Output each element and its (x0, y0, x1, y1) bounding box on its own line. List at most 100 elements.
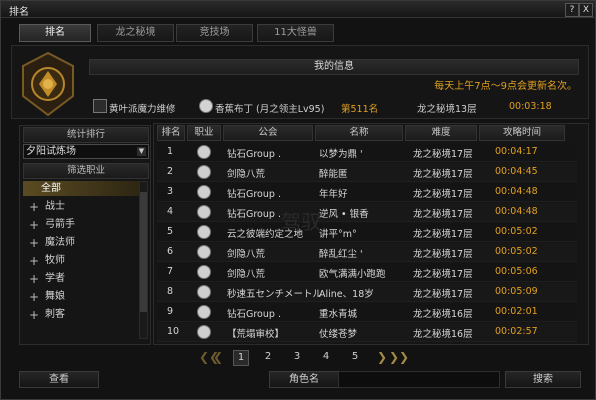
row-guild: 钻石Group . (227, 189, 281, 200)
row-difficulty: 龙之秘境17层 (413, 289, 473, 300)
class-icon (197, 245, 211, 259)
row-rank: 10 (167, 326, 180, 337)
row-difficulty: 龙之秘境17层 (413, 269, 473, 280)
class-icon (197, 285, 211, 299)
row-rank: 3 (167, 186, 174, 197)
class-icon (197, 225, 211, 239)
role-name-input[interactable] (338, 371, 500, 388)
class-icon (197, 305, 211, 319)
row-name: 讲平°m° (319, 229, 357, 240)
stats-select[interactable]: 夕阳试炼场 ▼ (23, 144, 149, 159)
scrollbar-thumb[interactable] (140, 192, 147, 312)
row-rank: 2 (167, 166, 174, 177)
job-mage[interactable]: + 魔法师 (23, 234, 147, 252)
row-guild: 【荒塌审校】 (227, 329, 285, 340)
row-name: 逆风 • 银香 (319, 209, 369, 220)
row-time: 00:04:48 (495, 186, 538, 197)
row-time: 00:05:02 (495, 226, 538, 237)
page-5[interactable]: 5 (348, 350, 362, 364)
table-row[interactable]: 8 秒速五センチメートル Aline、18岁 龙之秘境17层 00:05:09 (157, 283, 577, 302)
row-guild: 钻石Group . (227, 309, 281, 320)
table-row[interactable]: 1 钻石Group . 以梦为鼎 ' 龙之秘境17层 00:04:17 (157, 143, 577, 162)
row-difficulty: 龙之秘境16层 (413, 329, 473, 340)
last-page-icon[interactable]: ❯❯ (389, 350, 409, 364)
guild-emblem-icon (22, 51, 74, 117)
class-icon (197, 165, 211, 179)
window-title: 排名 (9, 7, 29, 18)
row-guild: 钻石Group . (227, 149, 281, 160)
my-difficulty: 龙之秘境13层 (417, 104, 477, 115)
job-priest[interactable]: + 牧师 (23, 252, 147, 270)
first-page-icon[interactable]: ❮❮ (199, 350, 219, 364)
col-guild: 公会 (223, 125, 313, 141)
table-row[interactable]: 6 剑隐八荒 醉乱红尘 ' 龙之秘境17层 00:05:02 (157, 243, 577, 262)
tab-monsters[interactable]: 11大怪兽 (257, 24, 334, 42)
close-button[interactable]: X (579, 3, 593, 17)
chevron-down-icon[interactable]: ▼ (137, 147, 146, 156)
next-page-icon[interactable]: ❯ (377, 350, 389, 364)
class-icon (197, 265, 211, 279)
row-name: 醉能匿 (319, 169, 348, 180)
page-1[interactable]: 1 (233, 350, 249, 366)
table-row[interactable]: 5 云之彼端约定之地 讲平°m° 龙之秘境17层 00:05:02 (157, 223, 577, 242)
role-name-label: 角色名 (269, 371, 339, 388)
row-time: 00:02:01 (495, 306, 538, 317)
table-row[interactable]: 4 钻石Group . 逆风 • 银香 龙之秘境17层 00:04:48 (157, 203, 577, 222)
row-time: 00:05:02 (495, 246, 538, 257)
job-dancer[interactable]: + 舞娘 (23, 288, 147, 306)
search-button[interactable]: 搜索 (505, 371, 581, 388)
help-button[interactable]: ? (565, 3, 579, 17)
row-difficulty: 龙之秘境17层 (413, 189, 473, 200)
row-guild: 剑隐八荒 (227, 249, 266, 260)
table-row[interactable]: 2 剑隐八荒 醉能匿 龙之秘境17层 00:04:45 (157, 163, 577, 182)
update-notice: 每天上午7点～9点会更新名次。 (434, 81, 577, 92)
my-rank: 第511名 (341, 104, 379, 115)
tab-dragon-realm[interactable]: 龙之秘境 (97, 24, 174, 42)
guild-icon (93, 99, 107, 113)
col-name: 名称 (315, 125, 403, 141)
tab-ranking[interactable]: 排名 (19, 24, 91, 42)
view-button[interactable]: 查看 (19, 371, 99, 388)
tab-arena[interactable]: 竞技场 (176, 24, 253, 42)
filter-job-title: 筛选职业 (23, 163, 149, 179)
row-rank: 1 (167, 146, 174, 157)
plus-icon: + (29, 290, 40, 304)
class-icon (199, 99, 213, 113)
row-guild: 剑隐八荒 (227, 269, 266, 280)
row-difficulty: 龙之秘境16层 (413, 309, 473, 320)
table-row[interactable]: 7 剑隐八荒 欧气满满小跑跑 龙之秘境17层 00:05:06 (157, 263, 577, 282)
job-all[interactable]: 全部 (23, 181, 147, 196)
job-scholar[interactable]: + 学者 (23, 270, 147, 288)
table-row[interactable]: 10 【荒塌审校】 仗缕苍梦 龙之秘境16层 00:02:57 (157, 323, 577, 342)
plus-icon: + (29, 308, 40, 322)
row-difficulty: 龙之秘境17层 (413, 149, 473, 160)
job-warrior[interactable]: + 战士 (23, 198, 147, 216)
job-assassin[interactable]: + 刺客 (23, 306, 147, 324)
page-4[interactable]: 4 (319, 350, 333, 364)
row-guild: 秒速五センチメートル (227, 289, 323, 300)
page-3[interactable]: 3 (290, 350, 304, 364)
job-list-scrollbar[interactable] (139, 181, 148, 339)
row-difficulty: 龙之秘境17层 (413, 249, 473, 260)
row-guild: 剑隐八荒 (227, 169, 266, 180)
table-row[interactable]: 9 钻石Group . 重水青城 龙之秘境16层 00:02:01 (157, 303, 577, 322)
col-rank: 排名 (157, 125, 185, 141)
ranking-window: 排名 ? X 排名 龙之秘境 竞技场 11大怪兽 我的信息 每天上午7点～9点会… (0, 0, 596, 400)
col-difficulty: 难度 (405, 125, 477, 141)
title-bar[interactable]: 排名 ? X (1, 1, 595, 18)
row-difficulty: 龙之秘境17层 (413, 169, 473, 180)
row-name: 重水青城 (319, 309, 358, 320)
table-row[interactable]: 3 钻石Group . 年年好 龙之秘境17层 00:04:48 (157, 183, 577, 202)
job-archer[interactable]: + 弓箭手 (23, 216, 147, 234)
ranking-rows: 1 钻石Group . 以梦为鼎 ' 龙之秘境17层 00:04:17 2 剑隐八荒 醉能匿龙… (157, 143, 577, 343)
plus-icon: + (29, 218, 40, 232)
class-icon (197, 205, 211, 219)
my-time: 00:03:18 (509, 101, 552, 112)
page-2[interactable]: 2 (261, 350, 275, 364)
row-rank: 9 (167, 306, 174, 317)
class-icon (197, 145, 211, 159)
row-name: 醉乱红尘 ' (319, 249, 363, 260)
row-time: 00:05:06 (495, 266, 538, 277)
row-rank: 7 (167, 266, 174, 277)
prev-page-icon[interactable]: ❮ (213, 350, 225, 364)
